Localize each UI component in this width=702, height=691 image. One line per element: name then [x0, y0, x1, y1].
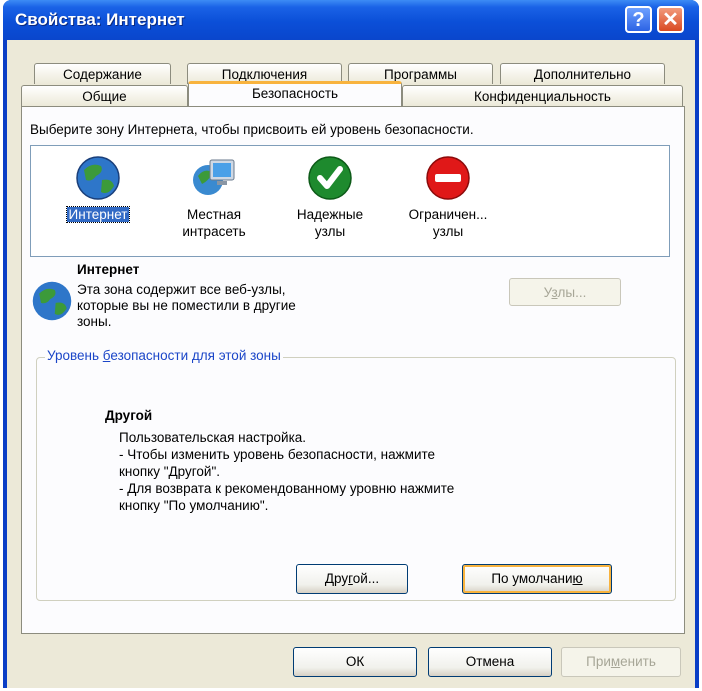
zone-local-intranet-line1: Местная — [186, 207, 242, 222]
selected-zone-globe-icon — [30, 279, 74, 323]
tab-general[interactable]: Общие — [21, 85, 188, 106]
zone-restricted-line1: Ограничен... — [408, 207, 488, 222]
default-level-button[interactable]: По умолчанию — [462, 564, 612, 594]
zone-desc-line3: зоны. — [77, 314, 112, 329]
help-button[interactable]: ? — [625, 6, 652, 33]
custom-level-button[interactable]: Другой... — [296, 564, 408, 594]
level-desc-line1: Пользовательская настройка. — [119, 430, 307, 445]
zone-trusted-line2: узлы — [314, 224, 346, 239]
zone-internet-label: Интернет — [65, 206, 131, 223]
tab-privacy[interactable]: Конфиденциальность — [402, 85, 683, 106]
zone-local-intranet[interactable]: Местная интрасеть — [159, 154, 269, 240]
zone-trusted-line1: Надежные — [296, 207, 364, 222]
zone-trusted-sites[interactable]: Надежные узлы — [275, 154, 385, 240]
ok-button[interactable]: ОК — [293, 647, 417, 677]
zones-prompt: Выберите зону Интернета, чтобы присвоить… — [30, 122, 474, 137]
dialog-body: Содержание Подключения Программы Дополни… — [7, 40, 695, 688]
checkmark-icon — [306, 154, 354, 202]
zone-local-intranet-line2: интрасеть — [182, 224, 246, 239]
level-desc-line5: кнопку "По умолчанию". — [119, 498, 269, 513]
security-level-group: Уровень безопасности для этой зоны Друго… — [36, 348, 676, 601]
title-bar[interactable]: Свойства: Интернет ? ✕ — [3, 0, 699, 40]
dialog-window: Свойства: Интернет ? ✕ Содержание Подклю… — [3, 0, 699, 688]
tab-advanced[interactable]: Дополнительно — [500, 63, 665, 84]
cancel-button[interactable]: Отмена — [428, 647, 552, 677]
security-level-group-label: Уровень безопасности для этой зоны — [45, 348, 283, 363]
sites-button[interactable]: Узлы... — [509, 278, 621, 306]
selected-zone-description: Эта зона содержит все веб-узлы, которые … — [77, 282, 296, 330]
security-level-name: Другой — [105, 408, 153, 423]
level-desc-line4: - Для возврата к рекомендованному уровню… — [119, 481, 455, 496]
zone-list: Интернет Местная интрасеть Надежные узлы… — [30, 145, 670, 257]
tab-security[interactable]: Безопасность — [188, 81, 402, 106]
selected-zone-name: Интернет — [77, 262, 140, 277]
zone-desc-line1: Эта зона содержит все веб-узлы, — [77, 282, 286, 297]
zone-internet[interactable]: Интернет — [43, 154, 153, 223]
close-button[interactable]: ✕ — [657, 6, 684, 33]
level-desc-line3: кнопку "Другой". — [119, 464, 220, 479]
apply-button[interactable]: Применить — [561, 647, 681, 677]
security-level-description: Пользовательская настройка. - Чтобы изме… — [119, 429, 454, 514]
security-tab-panel: Выберите зону Интернета, чтобы присвоить… — [21, 106, 685, 634]
intranet-monitor-icon — [190, 154, 238, 202]
zone-desc-line2: которые вы не поместили в другие — [77, 298, 296, 313]
level-desc-line2: - Чтобы изменить уровень безопасности, н… — [119, 447, 436, 462]
no-entry-icon — [424, 154, 472, 202]
window-title: Свойства: Интернет — [15, 10, 185, 29]
zone-restricted-line2: узлы — [432, 224, 464, 239]
globe-icon — [74, 154, 122, 202]
tab-content[interactable]: Содержание — [34, 63, 171, 84]
zone-restricted-sites[interactable]: Ограничен... узлы — [393, 154, 503, 240]
